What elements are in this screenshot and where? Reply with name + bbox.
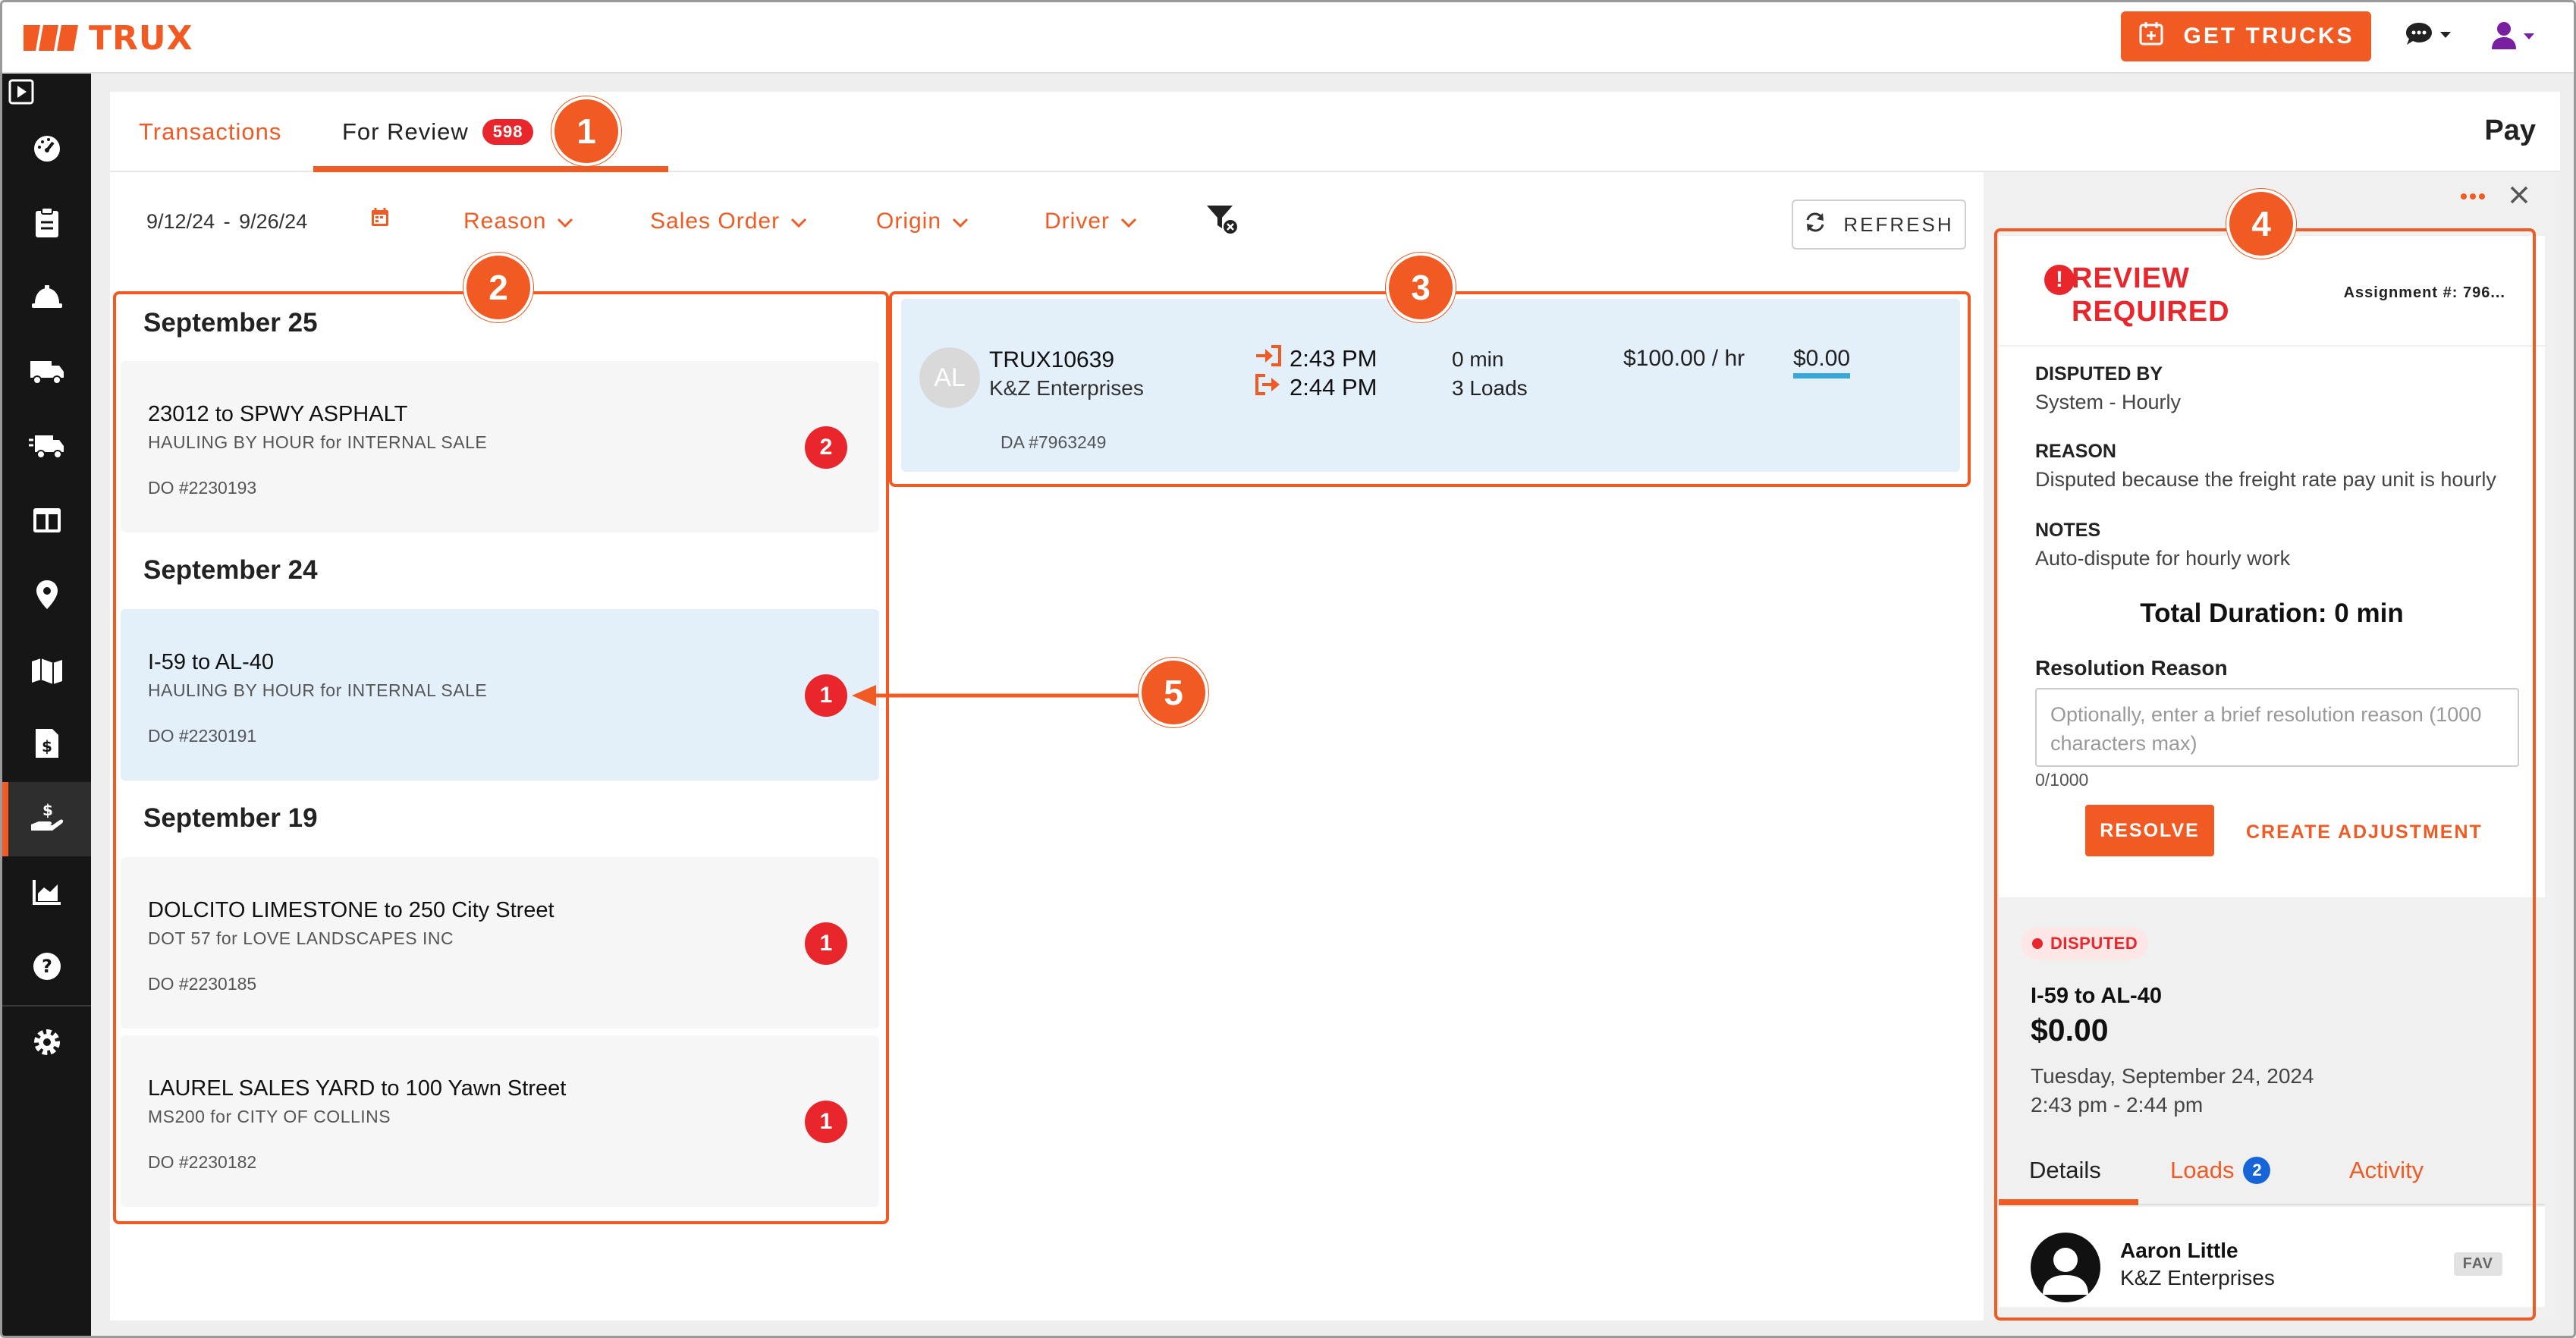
help-icon: ? (32, 951, 62, 985)
sales-order-filter[interactable]: Sales Order (650, 209, 807, 234)
reason-filter[interactable]: Reason (463, 209, 573, 234)
sidebar-item-help[interactable]: ? (2, 931, 91, 1005)
fast-truck-icon (28, 432, 65, 463)
calendar-icon (371, 207, 389, 233)
annotation-marker: 5 (1139, 658, 1208, 727)
date-range-field[interactable]: 9/12/24 - 9/26/24 (146, 210, 307, 234)
chevron-down-icon (2522, 31, 2536, 45)
review-count-badge: 598 (482, 119, 534, 145)
chevron-down-icon (2439, 30, 2452, 43)
get-trucks-button[interactable]: GET TRUCKS (2121, 11, 2371, 61)
sidebar-item-invoices[interactable]: $ (2, 708, 91, 782)
top-bar: TRUX GET TRUCKS (2, 2, 2574, 74)
tab-for-review-label: For Review (342, 118, 469, 145)
driver-filter[interactable]: Driver (1045, 209, 1137, 234)
annotation-box-review-panel (1994, 228, 2536, 1321)
date-separator: - (223, 210, 231, 233)
page-title: Pay (2484, 115, 2536, 146)
truck-icon (29, 358, 65, 389)
map-icon (30, 654, 64, 688)
trux-logo-mark-icon (24, 25, 78, 51)
driver-filter-label: Driver (1045, 209, 1110, 234)
svg-text:$: $ (42, 802, 53, 819)
sales-order-filter-label: Sales Order (650, 209, 781, 234)
chat-menu[interactable] (2404, 20, 2452, 52)
refresh-icon (1804, 211, 1827, 239)
close-panel-button[interactable] (2508, 184, 2530, 209)
expand-sidebar-icon (8, 79, 34, 108)
annotation-marker: 4 (2226, 189, 2296, 259)
sidebar-item-orders[interactable] (2, 187, 91, 262)
chevron-down-icon (1120, 209, 1137, 234)
origin-filter[interactable]: Origin (876, 209, 969, 234)
sidebar-item-trucks[interactable] (2, 336, 91, 410)
annotation-marker: 1 (551, 96, 621, 166)
svg-text:$: $ (42, 737, 52, 755)
app-window: TRUX GET TRUCKS $ $ ? Transactions For R… (0, 0, 2576, 1338)
chevron-down-icon (790, 209, 807, 234)
sidebar-item-jobs[interactable] (2, 262, 91, 336)
annotation-box-order-list (113, 291, 889, 1224)
filter-clear-icon (1205, 204, 1239, 240)
pay-hand-icon: $ (30, 801, 64, 837)
tab-transactions-label: Transactions (139, 118, 282, 145)
annotation-marker: 2 (463, 253, 533, 322)
sidebar-item-reports[interactable] (2, 856, 91, 931)
sidebar-item-locations[interactable] (2, 559, 91, 633)
get-trucks-label: GET TRUCKS (2183, 24, 2355, 49)
close-icon (2508, 186, 2530, 209)
origin-filter-label: Origin (876, 209, 942, 234)
area-chart-icon (32, 878, 62, 909)
more-horizontal-icon (2460, 190, 2486, 203)
gear-icon (32, 1027, 62, 1061)
sidebar-item-pay[interactable]: $ (2, 782, 91, 856)
tab-for-review[interactable]: For Review 598 (342, 92, 534, 172)
sidebar-item-settings[interactable] (2, 1007, 91, 1081)
chevron-down-icon (952, 209, 969, 234)
annotation-arrow (852, 685, 1139, 706)
tab-transactions[interactable]: Transactions (139, 92, 281, 172)
columns-icon (32, 507, 62, 538)
svg-text:?: ? (42, 956, 52, 977)
sidebar-toggle[interactable] (2, 74, 91, 113)
refresh-button[interactable]: REFRESH (1792, 199, 1966, 250)
date-end: 9/26/24 (239, 210, 308, 233)
date-start: 9/12/24 (146, 210, 215, 233)
logo-text: TRUX (89, 18, 193, 58)
active-tab-indicator (313, 166, 668, 172)
sidebar-item-board[interactable] (2, 485, 91, 559)
refresh-label: REFRESH (1843, 212, 1954, 236)
tabs-row: Transactions For Review 598 Pay (110, 92, 2560, 172)
more-options-button[interactable] (2460, 190, 2486, 204)
clipboard-icon (34, 206, 60, 243)
calendar-plus-icon (2138, 20, 2164, 52)
sidebar: $ $ ? (2, 74, 91, 1336)
annotation-marker: 3 (1386, 253, 1456, 322)
clear-filters-button[interactable] (1205, 204, 1239, 240)
hard-hat-icon (30, 284, 64, 315)
calendar-button[interactable] (371, 207, 389, 233)
sidebar-item-dashboard[interactable] (2, 113, 91, 187)
chat-bubble-icon (2404, 20, 2434, 52)
map-pin-icon (35, 579, 59, 614)
sidebar-item-dispatch[interactable] (2, 410, 91, 485)
sidebar-item-map[interactable] (2, 633, 91, 708)
user-icon (2490, 20, 2518, 55)
trux-logo[interactable]: TRUX (24, 19, 193, 58)
reason-filter-label: Reason (463, 209, 547, 234)
speedometer-icon (32, 133, 62, 168)
filter-bar: 9/12/24 - 9/26/24 Reason Sales Order Ori… (110, 172, 1984, 271)
invoice-icon: $ (34, 727, 60, 763)
chevron-down-icon (557, 209, 573, 234)
user-menu[interactable] (2490, 20, 2536, 55)
